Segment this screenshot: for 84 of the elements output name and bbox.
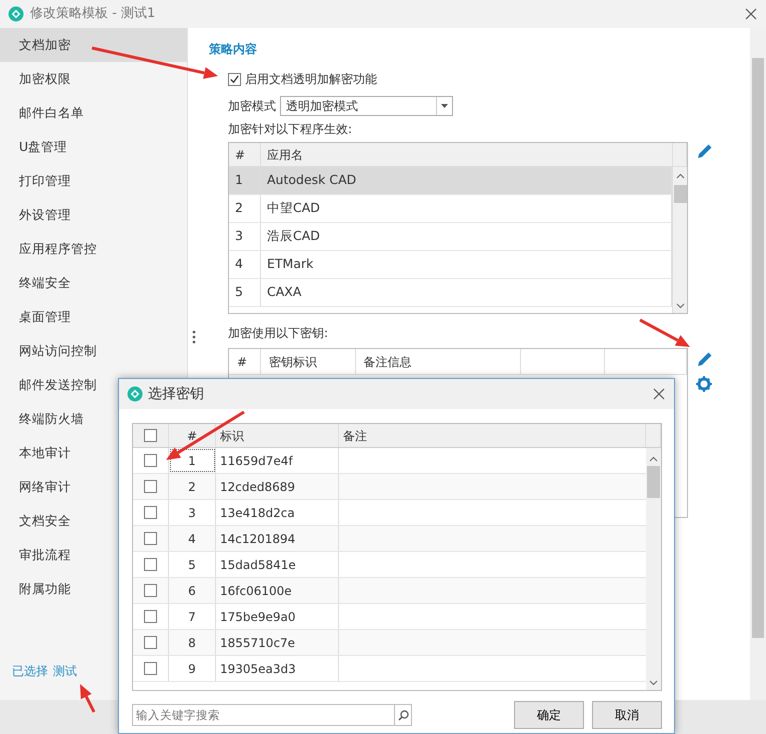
column-header: 备注 [339, 424, 646, 447]
row-checkbox[interactable] [144, 506, 157, 519]
caret-icon [441, 104, 448, 108]
row-number-cell: 9 [169, 656, 216, 681]
key-id-cell: 15dad5841e [216, 552, 339, 577]
sidebar-item[interactable]: 文档加密 [0, 28, 187, 62]
app-logo-icon [127, 386, 143, 402]
checkbox-label: 启用文档透明加解密功能 [245, 71, 377, 88]
search-field[interactable]: 输入关键字搜索 [132, 704, 394, 726]
row-number-cell: 5 [169, 552, 216, 577]
column-header: # [229, 143, 261, 166]
select-all-checkbox[interactable] [144, 429, 157, 442]
row-number-cell: 4 [229, 251, 261, 278]
selected-label: 已选择 [12, 663, 48, 680]
row-number-cell: 7 [169, 604, 216, 629]
key-id-cell: 1855710c7e [216, 630, 339, 655]
section-title: 策略内容 [209, 41, 258, 58]
edit-icon[interactable] [696, 352, 712, 368]
scroll-down-icon[interactable] [649, 680, 658, 686]
row-checkbox[interactable] [144, 480, 157, 493]
window-title: 修改策略模板 - 测试1 [30, 5, 156, 24]
close-icon[interactable] [652, 387, 666, 401]
key-id-cell: 175be9e9a0 [216, 604, 339, 629]
annotation-arrow [80, 684, 96, 713]
sidebar-item[interactable]: U盘管理 [0, 130, 187, 164]
sidebar-item[interactable]: 加密权限 [0, 62, 187, 96]
app-logo-icon [8, 6, 24, 22]
mode-label: 加密模式 [228, 98, 276, 115]
dialog-title: 选择密钥 [148, 384, 204, 404]
row-number-cell: 4 [169, 526, 216, 551]
key-id-cell: 11659d7e4f [216, 448, 339, 473]
table-caption: 加密使用以下密钥: [228, 325, 328, 342]
row-number-cell: 1 [229, 167, 261, 194]
table-caption: 加密针对以下程序生效: [228, 121, 354, 138]
sidebar-item[interactable]: 外设管理 [0, 198, 187, 232]
row-number-cell: 2 [229, 195, 261, 222]
row-checkbox[interactable] [144, 558, 157, 571]
key-id-cell: 14c1201894 [216, 526, 339, 551]
row-checkbox[interactable] [144, 636, 157, 649]
scroll-up-icon[interactable] [676, 173, 684, 179]
scrollbar-thumb[interactable] [752, 58, 764, 638]
column-header: # [229, 349, 261, 374]
column-header: 应用名 [261, 143, 673, 166]
key-id-cell: 16fc06100e [216, 578, 339, 603]
sidebar-item[interactable]: 打印管理 [0, 164, 187, 198]
settings-icon[interactable] [696, 376, 712, 392]
annotation-arrow [639, 318, 690, 347]
column-header: 密钥标识 [260, 349, 356, 374]
sidebar-item[interactable]: 终端安全 [0, 266, 187, 300]
row-checkbox[interactable] [144, 610, 157, 623]
column-header: # [169, 424, 216, 447]
sidebar-item[interactable]: 网站访问控制 [0, 334, 187, 368]
mode-dropdown[interactable]: 透明加密模式 [280, 96, 453, 116]
row-number-cell: 3 [169, 500, 216, 525]
column-header: 备注信息 [356, 349, 522, 374]
sidebar-item[interactable]: 桌面管理 [0, 300, 187, 334]
key-id-cell: 19305ea3d3 [216, 656, 339, 681]
ok-button[interactable]: 确定 [514, 701, 584, 729]
row-checkbox[interactable] [144, 584, 157, 597]
search-icon[interactable] [398, 710, 408, 720]
close-icon[interactable] [744, 7, 758, 21]
scroll-up-icon[interactable] [649, 456, 658, 462]
row-number-cell: 3 [229, 223, 261, 250]
enable-checkbox[interactable] [228, 72, 241, 86]
row-checkbox[interactable] [144, 662, 157, 675]
row-number-cell: 5 [229, 279, 261, 306]
row-checkbox[interactable] [144, 454, 157, 467]
row-number-cell: 8 [169, 630, 216, 655]
column-header: 标识 [216, 424, 339, 447]
scrollbar[interactable] [672, 167, 687, 313]
row-number-cell: 2 [169, 474, 216, 499]
edit-icon[interactable] [696, 144, 712, 160]
key-id-cell: 13e418d2ca [216, 500, 339, 525]
row-checkbox[interactable] [144, 532, 157, 545]
scrollbar-thumb[interactable] [647, 466, 660, 498]
scrollbar[interactable] [646, 448, 661, 690]
cancel-button[interactable]: 取消 [592, 701, 662, 729]
sidebar-item[interactable]: 应用程序管控 [0, 232, 187, 266]
scroll-down-icon[interactable] [676, 303, 684, 309]
splitter-handle-icon [192, 330, 196, 344]
key-id-cell: 12cded8689 [216, 474, 339, 499]
sidebar-item[interactable]: 邮件白名单 [0, 96, 187, 130]
scrollbar-thumb[interactable] [674, 185, 686, 203]
row-number-cell: 6 [169, 578, 216, 603]
